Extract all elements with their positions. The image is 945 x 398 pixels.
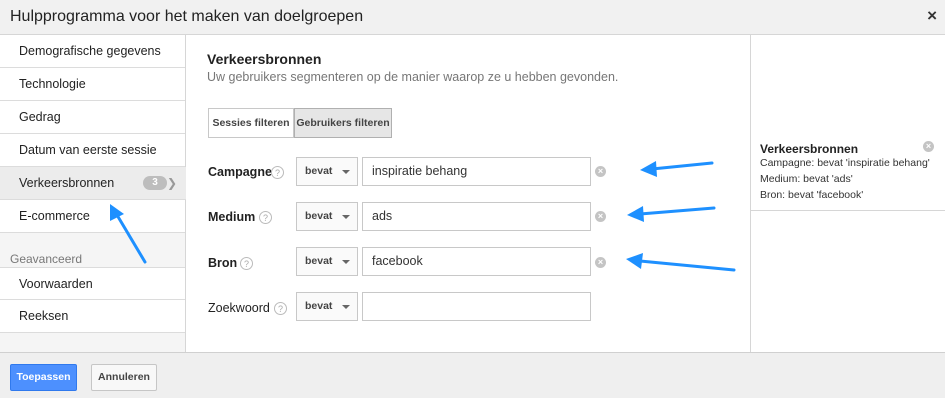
sidebar-item-gedrag[interactable]: Gedrag bbox=[0, 101, 185, 134]
help-icon[interactable]: ? bbox=[259, 211, 272, 224]
medium-operator-dropdown[interactable]: bevat bbox=[296, 202, 358, 231]
clear-campaign-icon[interactable]: × bbox=[595, 166, 606, 177]
remove-summary-icon[interactable]: × bbox=[923, 141, 934, 152]
help-icon[interactable]: ? bbox=[274, 302, 287, 315]
sidebar: Demografische gegevens Technologie Gedra… bbox=[0, 35, 186, 352]
sidebar-item-e-commerce[interactable]: E-commerce bbox=[0, 200, 185, 233]
dialog-footer: Toepassen Annuleren bbox=[0, 352, 945, 398]
summary-line: Campagne: bevat 'inspiratie behang' bbox=[760, 157, 930, 169]
sidebar-item-voorwaarden[interactable]: Voorwaarden bbox=[0, 267, 185, 300]
summary-line: Bron: bevat 'facebook' bbox=[760, 189, 864, 201]
source-operator-dropdown[interactable]: bevat bbox=[296, 247, 358, 276]
keyword-label: Zoekwoord bbox=[208, 301, 270, 315]
sidebar-item-label: Technologie bbox=[19, 77, 86, 91]
keyword-input[interactable] bbox=[362, 292, 591, 321]
operator-value: bevat bbox=[305, 255, 333, 267]
dialog-title: Hulpprogramma voor het maken van doelgro… bbox=[10, 8, 364, 25]
count-badge: 3 bbox=[143, 176, 167, 190]
summary-line: Medium: bevat 'ads' bbox=[760, 173, 853, 185]
sidebar-item-label: Demografische gegevens bbox=[19, 44, 161, 58]
sidebar-section-advanced: Geavanceerd bbox=[10, 252, 83, 266]
sidebar-item-label: Reeksen bbox=[19, 309, 69, 323]
dialog-titlebar: Hulpprogramma voor het maken van doelgro… bbox=[0, 0, 945, 35]
source-label: Bron bbox=[208, 256, 238, 270]
sidebar-item-verkeersbronnen[interactable]: Verkeersbronnen 3 ❯ bbox=[0, 167, 186, 200]
sessions-filter-button[interactable]: Sessies filteren bbox=[208, 108, 294, 138]
medium-input[interactable]: ads bbox=[362, 202, 591, 231]
caret-down-icon bbox=[342, 305, 350, 309]
help-icon[interactable]: ? bbox=[271, 166, 284, 179]
summary-empty-area bbox=[750, 211, 945, 352]
main-panel: Verkeersbronnen Uw gebruikers segmentere… bbox=[186, 35, 750, 352]
operator-value: bevat bbox=[305, 300, 333, 312]
help-icon[interactable]: ? bbox=[240, 257, 253, 270]
apply-button[interactable]: Toepassen bbox=[10, 364, 77, 391]
sidebar-item-label: Datum van eerste sessie bbox=[19, 143, 157, 157]
sidebar-item-demografische-gegevens[interactable]: Demografische gegevens bbox=[0, 35, 185, 68]
sidebar-item-label: Voorwaarden bbox=[19, 277, 93, 291]
users-filter-button[interactable]: Gebruikers filteren bbox=[294, 108, 392, 138]
campaign-label: Campagne bbox=[208, 165, 272, 179]
clear-source-icon[interactable]: × bbox=[595, 257, 606, 268]
medium-label: Medium bbox=[208, 210, 256, 224]
summary-title: Verkeersbronnen bbox=[760, 142, 859, 156]
caret-down-icon bbox=[342, 215, 350, 219]
keyword-operator-dropdown[interactable]: bevat bbox=[296, 292, 358, 321]
operator-value: bevat bbox=[305, 210, 333, 222]
sidebar-item-label: E-commerce bbox=[19, 209, 90, 223]
close-icon[interactable]: × bbox=[927, 6, 937, 26]
operator-value: bevat bbox=[305, 165, 333, 177]
campaign-input[interactable]: inspiratie behang bbox=[362, 157, 591, 186]
caret-down-icon bbox=[342, 260, 350, 264]
sidebar-item-datum-eerste-sessie[interactable]: Datum van eerste sessie bbox=[0, 134, 185, 167]
cancel-button[interactable]: Annuleren bbox=[91, 364, 157, 391]
section-subtitle: Uw gebruikers segmenteren op de manier w… bbox=[207, 70, 619, 84]
section-title: Verkeersbronnen bbox=[207, 51, 322, 67]
source-input[interactable]: facebook bbox=[362, 247, 591, 276]
sidebar-item-reeksen[interactable]: Reeksen bbox=[0, 300, 185, 333]
campaign-operator-dropdown[interactable]: bevat bbox=[296, 157, 358, 186]
caret-down-icon bbox=[342, 170, 350, 174]
sidebar-item-label: Verkeersbronnen bbox=[19, 176, 115, 190]
summary-panel: Verkeersbronnen × Campagne: bevat 'inspi… bbox=[750, 35, 945, 211]
chevron-right-icon: ❯ bbox=[166, 176, 177, 190]
clear-medium-icon[interactable]: × bbox=[595, 211, 606, 222]
sidebar-item-technologie[interactable]: Technologie bbox=[0, 68, 185, 101]
sidebar-item-label: Gedrag bbox=[19, 110, 61, 124]
